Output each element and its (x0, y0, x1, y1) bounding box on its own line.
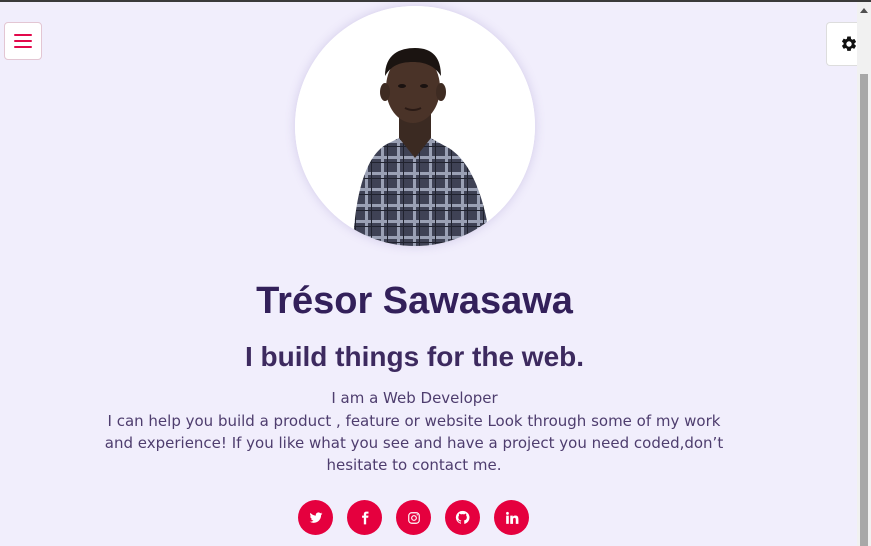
scroll-up-arrow-icon[interactable] (860, 8, 868, 13)
facebook-link[interactable] (347, 500, 382, 535)
gear-icon (841, 36, 857, 51)
scrollbar[interactable] (857, 2, 871, 546)
hamburger-menu-icon (14, 34, 32, 36)
scrollbar-thumb[interactable] (860, 74, 868, 546)
profile-tagline: I build things for the web. (244, 341, 585, 372)
menu-button[interactable] (4, 22, 42, 60)
linkedin-icon (505, 511, 518, 524)
instagram-link[interactable] (396, 500, 431, 535)
github-icon (455, 510, 470, 524)
profile-bio: I can help you build a product , feature… (104, 412, 724, 474)
facebook-icon (361, 511, 368, 524)
twitter-icon (309, 511, 322, 523)
instagram-icon (407, 511, 420, 524)
linkedin-link[interactable] (494, 500, 529, 535)
profile-name: Trésor Sawasawa (256, 280, 573, 322)
profile-role: I am a Web Developer (331, 389, 498, 407)
twitter-link[interactable] (298, 500, 333, 535)
social-links (298, 500, 529, 535)
window-top-border (0, 0, 871, 2)
profile-photo (295, 6, 535, 246)
hamburger-line (14, 46, 32, 48)
hamburger-line (14, 40, 32, 42)
avatar (295, 6, 535, 246)
github-link[interactable] (445, 500, 480, 535)
